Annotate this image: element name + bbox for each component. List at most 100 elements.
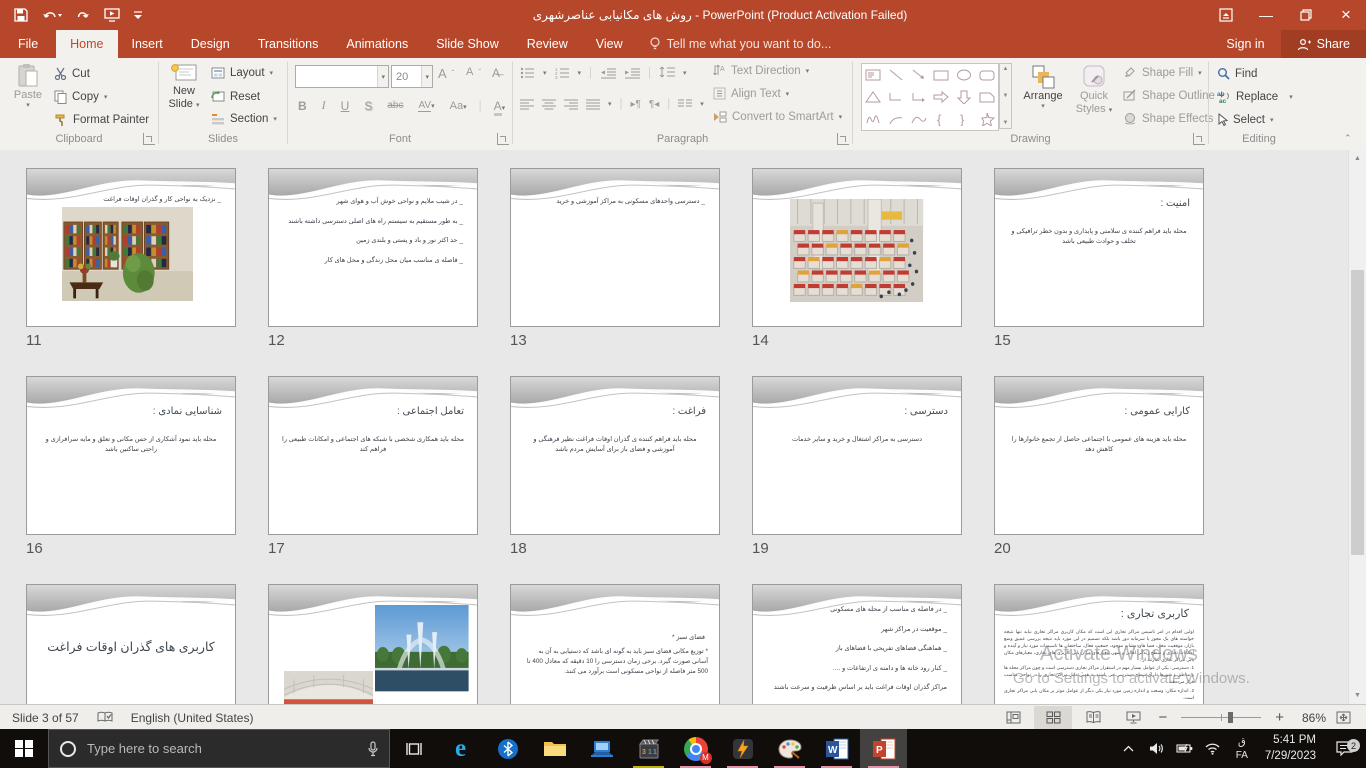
tell-me-box[interactable]: Tell me what you want to do... bbox=[637, 30, 832, 58]
slide-thumbnail-20[interactable]: کارایی عمومی :محله باید هزینه های عمومی … bbox=[994, 376, 1204, 535]
columns-icon[interactable] bbox=[678, 99, 692, 110]
wifi-icon[interactable] bbox=[1201, 743, 1225, 755]
minimize-button[interactable]: — bbox=[1246, 0, 1286, 30]
shape-elbow-arrow-connector-icon[interactable] bbox=[911, 90, 927, 104]
undo-icon[interactable] bbox=[42, 9, 62, 22]
media-player-classic-button[interactable]: 311 bbox=[625, 729, 672, 768]
justify-icon[interactable] bbox=[586, 99, 600, 110]
edge-button[interactable]: e bbox=[437, 729, 484, 768]
convert-smartart-button[interactable]: Convert to SmartArt▾ bbox=[713, 110, 842, 123]
collapse-ribbon-icon[interactable]: ⌃ bbox=[1344, 133, 1352, 144]
task-view-button[interactable] bbox=[390, 729, 437, 768]
slide-thumbnail-19[interactable]: دسترسی :دسترسی به مراکز اشتغال و خرید و … bbox=[752, 376, 962, 535]
tab-slideshow[interactable]: Slide Show bbox=[422, 30, 513, 58]
slide-thumbnail-24[interactable]: _ در فاصله ی مناسب از محله های مسکونی_ م… bbox=[752, 584, 962, 704]
ribbon-display-options-icon[interactable] bbox=[1206, 0, 1246, 30]
shape-star-icon[interactable] bbox=[979, 112, 995, 126]
share-button[interactable]: Share bbox=[1281, 30, 1366, 58]
shape-arc-icon[interactable] bbox=[888, 112, 904, 126]
align-text-button[interactable]: Align Text▾ bbox=[713, 87, 789, 100]
slideshow-view-button[interactable] bbox=[1114, 706, 1152, 730]
tab-file[interactable]: File bbox=[0, 30, 56, 58]
align-right-icon[interactable] bbox=[564, 99, 578, 110]
battery-icon[interactable] bbox=[1173, 743, 1197, 754]
tab-design[interactable]: Design bbox=[177, 30, 244, 58]
restore-button[interactable] bbox=[1286, 0, 1326, 30]
shape-right-brace-icon[interactable]: } bbox=[956, 112, 972, 126]
grow-font-button[interactable]: Aˆ bbox=[438, 66, 454, 81]
tab-transitions[interactable]: Transitions bbox=[244, 30, 333, 58]
italic-button[interactable]: I bbox=[319, 98, 329, 113]
slide-thumbnail-23[interactable]: فضای سبز ** توزیع مکانی فضای سبز باید به… bbox=[510, 584, 720, 704]
bold-button[interactable]: B bbox=[295, 99, 310, 113]
new-slide-button[interactable]: New Slide ▾ bbox=[163, 63, 205, 111]
character-spacing-button[interactable]: AV▾ bbox=[415, 100, 437, 111]
clock[interactable]: 5:41 PM 7/29/2023 bbox=[1259, 733, 1322, 764]
font-color-button[interactable]: A▾ bbox=[491, 99, 509, 113]
scroll-up-icon[interactable]: ▲ bbox=[1349, 150, 1366, 167]
select-button[interactable]: Select▾ bbox=[1217, 113, 1273, 126]
layout-button[interactable]: Layout▾ bbox=[211, 67, 273, 79]
drawing-dialog-launcher[interactable] bbox=[1193, 133, 1205, 145]
shape-scribble-icon[interactable] bbox=[865, 112, 881, 126]
slide-sorter-view-button[interactable] bbox=[1034, 706, 1072, 730]
slide-thumbnail-17[interactable]: تعامل اجتماعی :محله باید همکاری شخصی با … bbox=[268, 376, 478, 535]
chrome-button[interactable]: M bbox=[672, 729, 719, 768]
shapes-gallery[interactable]: {} bbox=[861, 63, 999, 131]
font-size-combo[interactable]: 20▾ bbox=[391, 65, 433, 88]
section-button[interactable]: Section▾ bbox=[211, 113, 277, 125]
shape-rectangle-icon[interactable] bbox=[933, 68, 949, 82]
arrange-button[interactable]: Arrange▾ bbox=[1019, 64, 1067, 112]
slide-thumbnail-15[interactable]: امنیت :محله باید فراهم کننده ی سلامتی و … bbox=[994, 168, 1204, 327]
file-explorer-button[interactable] bbox=[531, 729, 578, 768]
language-status[interactable]: English (United States) bbox=[131, 711, 254, 725]
winamp-button[interactable] bbox=[719, 729, 766, 768]
tab-review[interactable]: Review bbox=[513, 30, 582, 58]
change-case-button[interactable]: Aa▾ bbox=[447, 100, 470, 112]
close-button[interactable]: × bbox=[1326, 0, 1366, 30]
slide-thumbnail-14[interactable] bbox=[752, 168, 962, 327]
shape-text-box-icon[interactable] bbox=[865, 68, 881, 82]
spellcheck-icon[interactable] bbox=[97, 711, 113, 724]
zoom-out-button[interactable]: − bbox=[1154, 709, 1171, 726]
replace-button[interactable]: abac Replace▾ bbox=[1217, 90, 1293, 103]
shape-elbow-connector-icon[interactable] bbox=[888, 90, 904, 104]
rtl-direction-icon[interactable]: ¶◂ bbox=[649, 99, 659, 110]
slide-thumbnail-25[interactable]: کاربری تجاری :اولین اقدام در امر تاسیس م… bbox=[994, 584, 1204, 704]
shape-line-icon[interactable] bbox=[888, 68, 904, 82]
shape-triangle-icon[interactable] bbox=[865, 90, 881, 104]
fit-slide-to-window-button[interactable] bbox=[1328, 706, 1358, 730]
ltr-direction-icon[interactable]: ▸¶ bbox=[631, 99, 641, 110]
find-button[interactable]: Find bbox=[1217, 67, 1257, 80]
tab-home[interactable]: Home bbox=[56, 30, 117, 58]
sign-in-link[interactable]: Sign in bbox=[1210, 30, 1280, 58]
tab-insert[interactable]: Insert bbox=[118, 30, 177, 58]
vertical-scrollbar[interactable]: ▲ ▼ bbox=[1348, 150, 1366, 704]
save-icon[interactable] bbox=[14, 8, 28, 22]
action-center-button[interactable]: 2 bbox=[1326, 741, 1362, 756]
bullets-icon[interactable] bbox=[520, 67, 535, 79]
slide-thumbnail-21[interactable]: کاربری های گذران اوقات فراغت bbox=[26, 584, 236, 704]
scroll-down-icon[interactable]: ▼ bbox=[1349, 687, 1366, 704]
shape-snip-corner-rectangle-icon[interactable] bbox=[979, 90, 995, 104]
start-from-beginning-icon[interactable] bbox=[104, 8, 120, 22]
bluetooth-button[interactable] bbox=[484, 729, 531, 768]
copy-button[interactable]: Copy▾ bbox=[54, 90, 107, 104]
slide-thumbnail-11[interactable]: _ نزدیک به نواحی کار و گذران اوقات فراغت bbox=[26, 168, 236, 327]
redo-icon[interactable] bbox=[76, 9, 90, 22]
tab-view[interactable]: View bbox=[582, 30, 637, 58]
decrease-indent-icon[interactable] bbox=[600, 67, 616, 79]
reset-button[interactable]: Reset bbox=[211, 90, 260, 103]
microphone-icon[interactable] bbox=[367, 741, 379, 757]
shapes-gallery-scroll[interactable]: ▲▼▼ bbox=[999, 63, 1012, 129]
align-left-icon[interactable] bbox=[520, 99, 534, 110]
format-painter-button[interactable]: Format Painter bbox=[54, 113, 149, 127]
zoom-level[interactable]: 86% bbox=[1290, 711, 1326, 725]
volume-icon[interactable] bbox=[1145, 742, 1169, 755]
shape-rounded-rectangle-icon[interactable] bbox=[979, 68, 995, 82]
remote-desktop-button[interactable] bbox=[578, 729, 625, 768]
shape-arrow-icon[interactable] bbox=[911, 68, 927, 82]
word-button[interactable]: W bbox=[813, 729, 860, 768]
slide-thumbnail-13[interactable]: _ دسترسی واحدهای مسکونی به مراکز آموزشی … bbox=[510, 168, 720, 327]
underline-button[interactable]: U bbox=[338, 99, 353, 113]
